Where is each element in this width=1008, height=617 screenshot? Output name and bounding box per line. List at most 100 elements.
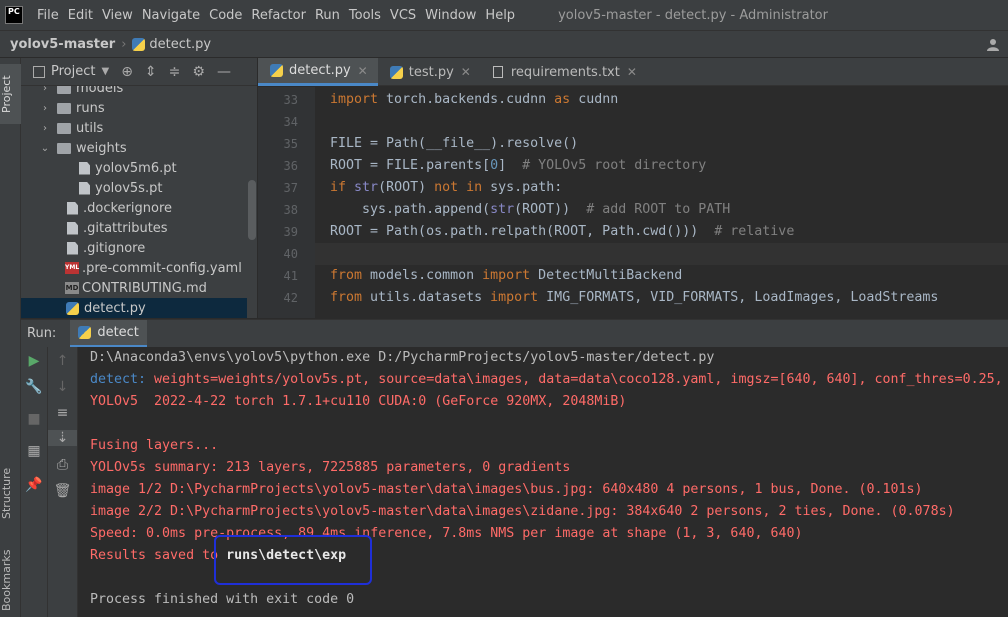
line-number: 41 [283, 269, 298, 283]
stop-icon[interactable]: ■ [21, 411, 47, 427]
chevron-down-icon[interactable]: ▼ [101, 66, 109, 77]
tree-item[interactable]: yolov5m6.pt [21, 158, 247, 178]
tree-item[interactable]: YML .pre-commit-config.yaml [21, 258, 247, 278]
python-file-icon [270, 64, 283, 77]
code-token: (ROOT) [378, 180, 435, 195]
gear-icon[interactable]: ⚙ [192, 64, 205, 80]
tree-item-label: runs [76, 100, 105, 116]
folder-icon [57, 102, 71, 114]
line-number: 37 [283, 181, 298, 195]
arrow-up-icon[interactable]: ↑ [48, 353, 77, 369]
menu-refactor[interactable]: Refactor [251, 8, 306, 23]
collapse-all-icon[interactable]: ≑ [169, 64, 181, 80]
scroll-to-end-icon[interactable]: ⇣ [48, 430, 77, 446]
code-token: str [354, 180, 379, 195]
console-line: detect: weights=weights/yolov5s.pt, sour… [90, 369, 1008, 391]
tree-item[interactable]: › models [21, 86, 247, 98]
tree-item-label: yolov5m6.pt [95, 160, 177, 176]
chevron-down-icon[interactable]: ⌄ [39, 143, 51, 154]
rerun-icon[interactable]: ▶ [21, 353, 47, 369]
project-tree: › models › runs › utils ⌄ weights yolov5m6.pt yol… [21, 86, 257, 318]
menu-help[interactable]: Help [485, 8, 515, 23]
menu-vcs[interactable]: VCS [390, 8, 416, 23]
code-editor[interactable]: import torch.backends.cudnn as cudnn FILE… [315, 87, 1008, 318]
menu-file[interactable]: File [37, 8, 59, 23]
code-line: from models.common import DetectMultiBac… [315, 265, 1008, 287]
user-icon[interactable] [986, 38, 1000, 52]
chevron-right-icon[interactable]: › [39, 123, 51, 134]
run-tab-detect[interactable]: detect [70, 319, 147, 348]
tree-item-label: CONTRIBUTING.md [82, 280, 207, 296]
code-line: ROOT = FILE.parents[0] # YOLOv5 root dir… [315, 155, 1008, 177]
left-tool-stripe: Project Structure Bookmarks [0, 58, 21, 617]
menu-window[interactable]: Window [425, 8, 476, 23]
code-token: ] [498, 158, 523, 173]
close-icon[interactable]: ✕ [627, 65, 637, 79]
code-token: ROOT = Path(os.path.relpath(ROOT, Path.c… [330, 224, 715, 239]
expand-all-icon[interactable]: ⇕ [145, 64, 157, 80]
code-token: from [330, 290, 363, 305]
menu-edit[interactable]: Edit [68, 8, 93, 23]
menu-navigate[interactable]: Navigate [142, 8, 200, 23]
editor-tab[interactable]: requirements.txt ✕ [481, 58, 647, 86]
soft-wrap-icon[interactable]: ≡ [48, 405, 77, 421]
breadcrumb-file[interactable]: detect.py [149, 37, 211, 52]
code-token: import [482, 268, 531, 283]
layout-icon[interactable]: ▦ [21, 443, 47, 459]
trash-icon[interactable]: 🗑 [48, 483, 77, 499]
close-icon[interactable]: ✕ [461, 65, 471, 79]
editor-tab-bar: detect.py ✕ test.py ✕ requirements.txt ✕ [258, 58, 1008, 86]
menu-code[interactable]: Code [209, 8, 242, 23]
tree-item[interactable]: yolov5s.pt [21, 178, 247, 198]
tree-item[interactable]: MD CONTRIBUTING.md [21, 278, 247, 298]
code-token: sys.path.append( [330, 202, 491, 217]
tree-item-label: .pre-commit-config.yaml [82, 260, 242, 276]
navigation-bar: yolov5-master › detect.py [0, 30, 1008, 58]
minimize-icon[interactable]: — [217, 64, 231, 80]
code-token: if [330, 180, 355, 195]
chevron-right-icon[interactable]: › [39, 86, 51, 94]
menu-view[interactable]: View [102, 8, 133, 23]
code-token: cudnn [570, 92, 619, 107]
tree-item[interactable]: .gitattributes [21, 218, 247, 238]
menu-tools[interactable]: Tools [349, 8, 381, 23]
tree-item-label: models [76, 86, 124, 96]
close-icon[interactable]: ✕ [358, 64, 368, 78]
pin-icon[interactable]: 📌 [21, 477, 47, 493]
line-number: 36 [283, 159, 298, 173]
side-tab-project[interactable]: Project [0, 64, 21, 124]
window-title: yolov5-master - detect.py - Administrato… [558, 7, 828, 23]
console-text: weights=weights/yolov5s.pt, source=data\… [154, 372, 1008, 387]
tree-item[interactable]: detect.py [21, 298, 247, 318]
print-icon[interactable]: ⎙ [48, 457, 77, 473]
code-token: import [330, 92, 379, 107]
folder-icon [57, 86, 71, 94]
code-token: IMG_FORMATS, VID_FORMATS, LoadImages, Lo… [538, 290, 939, 305]
side-tab-bookmarks[interactable]: Bookmarks [0, 544, 21, 616]
tree-item[interactable]: .gitignore [21, 238, 247, 258]
editor-tab-label: test.py [408, 64, 454, 80]
folder-icon [57, 122, 71, 134]
code-token: DetectMultiBackend [530, 268, 683, 283]
tree-item[interactable]: .dockerignore [21, 198, 247, 218]
side-tab-structure[interactable]: Structure [0, 458, 21, 528]
locate-icon[interactable]: ⊕ [121, 64, 133, 80]
arrow-down-icon[interactable]: ↓ [48, 379, 77, 395]
chevron-right-icon[interactable]: › [39, 103, 51, 114]
code-line [315, 243, 1008, 265]
console-line: D:\Anaconda3\envs\yolov5\python.exe D:/P… [90, 350, 715, 365]
editor-tab[interactable]: detect.py ✕ [258, 58, 378, 86]
project-view-selector[interactable]: Project [51, 64, 95, 79]
tree-item[interactable]: › runs [21, 98, 247, 118]
tree-item[interactable]: ⌄ weights [21, 138, 247, 158]
tree-item[interactable]: › utils [21, 118, 247, 138]
code-token: FILE = Path(__file__).resolve() [330, 136, 579, 151]
wrench-icon[interactable]: 🔧 [21, 379, 47, 395]
menu-run[interactable]: Run [315, 8, 340, 23]
python-file-icon [132, 37, 146, 51]
editor-tab-label: detect.py [289, 63, 351, 78]
code-token: import [490, 290, 539, 305]
editor-tab[interactable]: test.py ✕ [378, 58, 481, 86]
breadcrumb-project[interactable]: yolov5-master [10, 37, 115, 52]
tree-scrollbar[interactable] [248, 180, 256, 240]
